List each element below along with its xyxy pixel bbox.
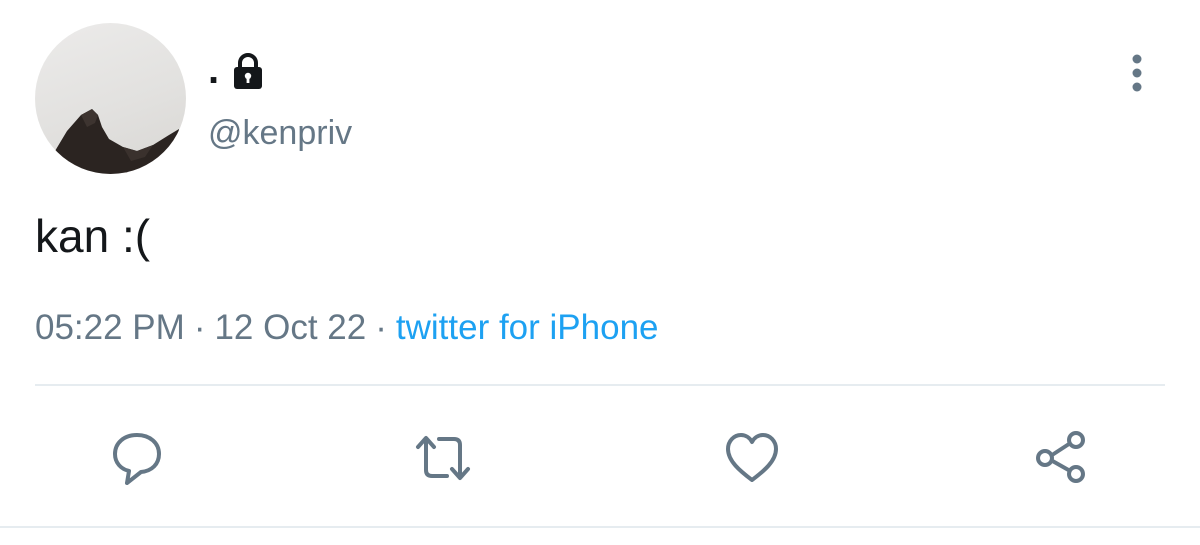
display-name[interactable]: .: [208, 50, 219, 90]
meta-separator: ·: [193, 308, 206, 347]
bottom-border: [0, 526, 1200, 528]
lock-icon: [229, 52, 267, 90]
retweet-icon[interactable]: [413, 428, 473, 488]
tweet-time[interactable]: 05:22 PM: [35, 308, 185, 347]
tweet-text: kan :(: [35, 210, 151, 262]
tweet-detail: . @kenpriv kan :( 05:22 PM · 12 Oct 22 · twi…: [0, 0, 1200, 545]
tweet-meta: 05:22 PM · 12 Oct 22 · twitter for iPhone: [35, 306, 659, 350]
reply-icon[interactable]: [107, 428, 167, 488]
tweet-source-link[interactable]: twitter for iPhone: [396, 308, 659, 347]
tweet-date[interactable]: 12 Oct 22: [214, 308, 366, 347]
display-name-row: .: [208, 40, 267, 90]
share-icon[interactable]: [1032, 428, 1092, 488]
user-handle[interactable]: @kenpriv: [208, 113, 352, 153]
heart-icon[interactable]: [722, 428, 782, 488]
more-vertical-icon[interactable]: [1124, 52, 1150, 94]
avatar-photo: [49, 109, 179, 174]
meta-separator: ·: [375, 308, 387, 347]
divider: [35, 384, 1165, 386]
avatar[interactable]: [35, 23, 186, 174]
